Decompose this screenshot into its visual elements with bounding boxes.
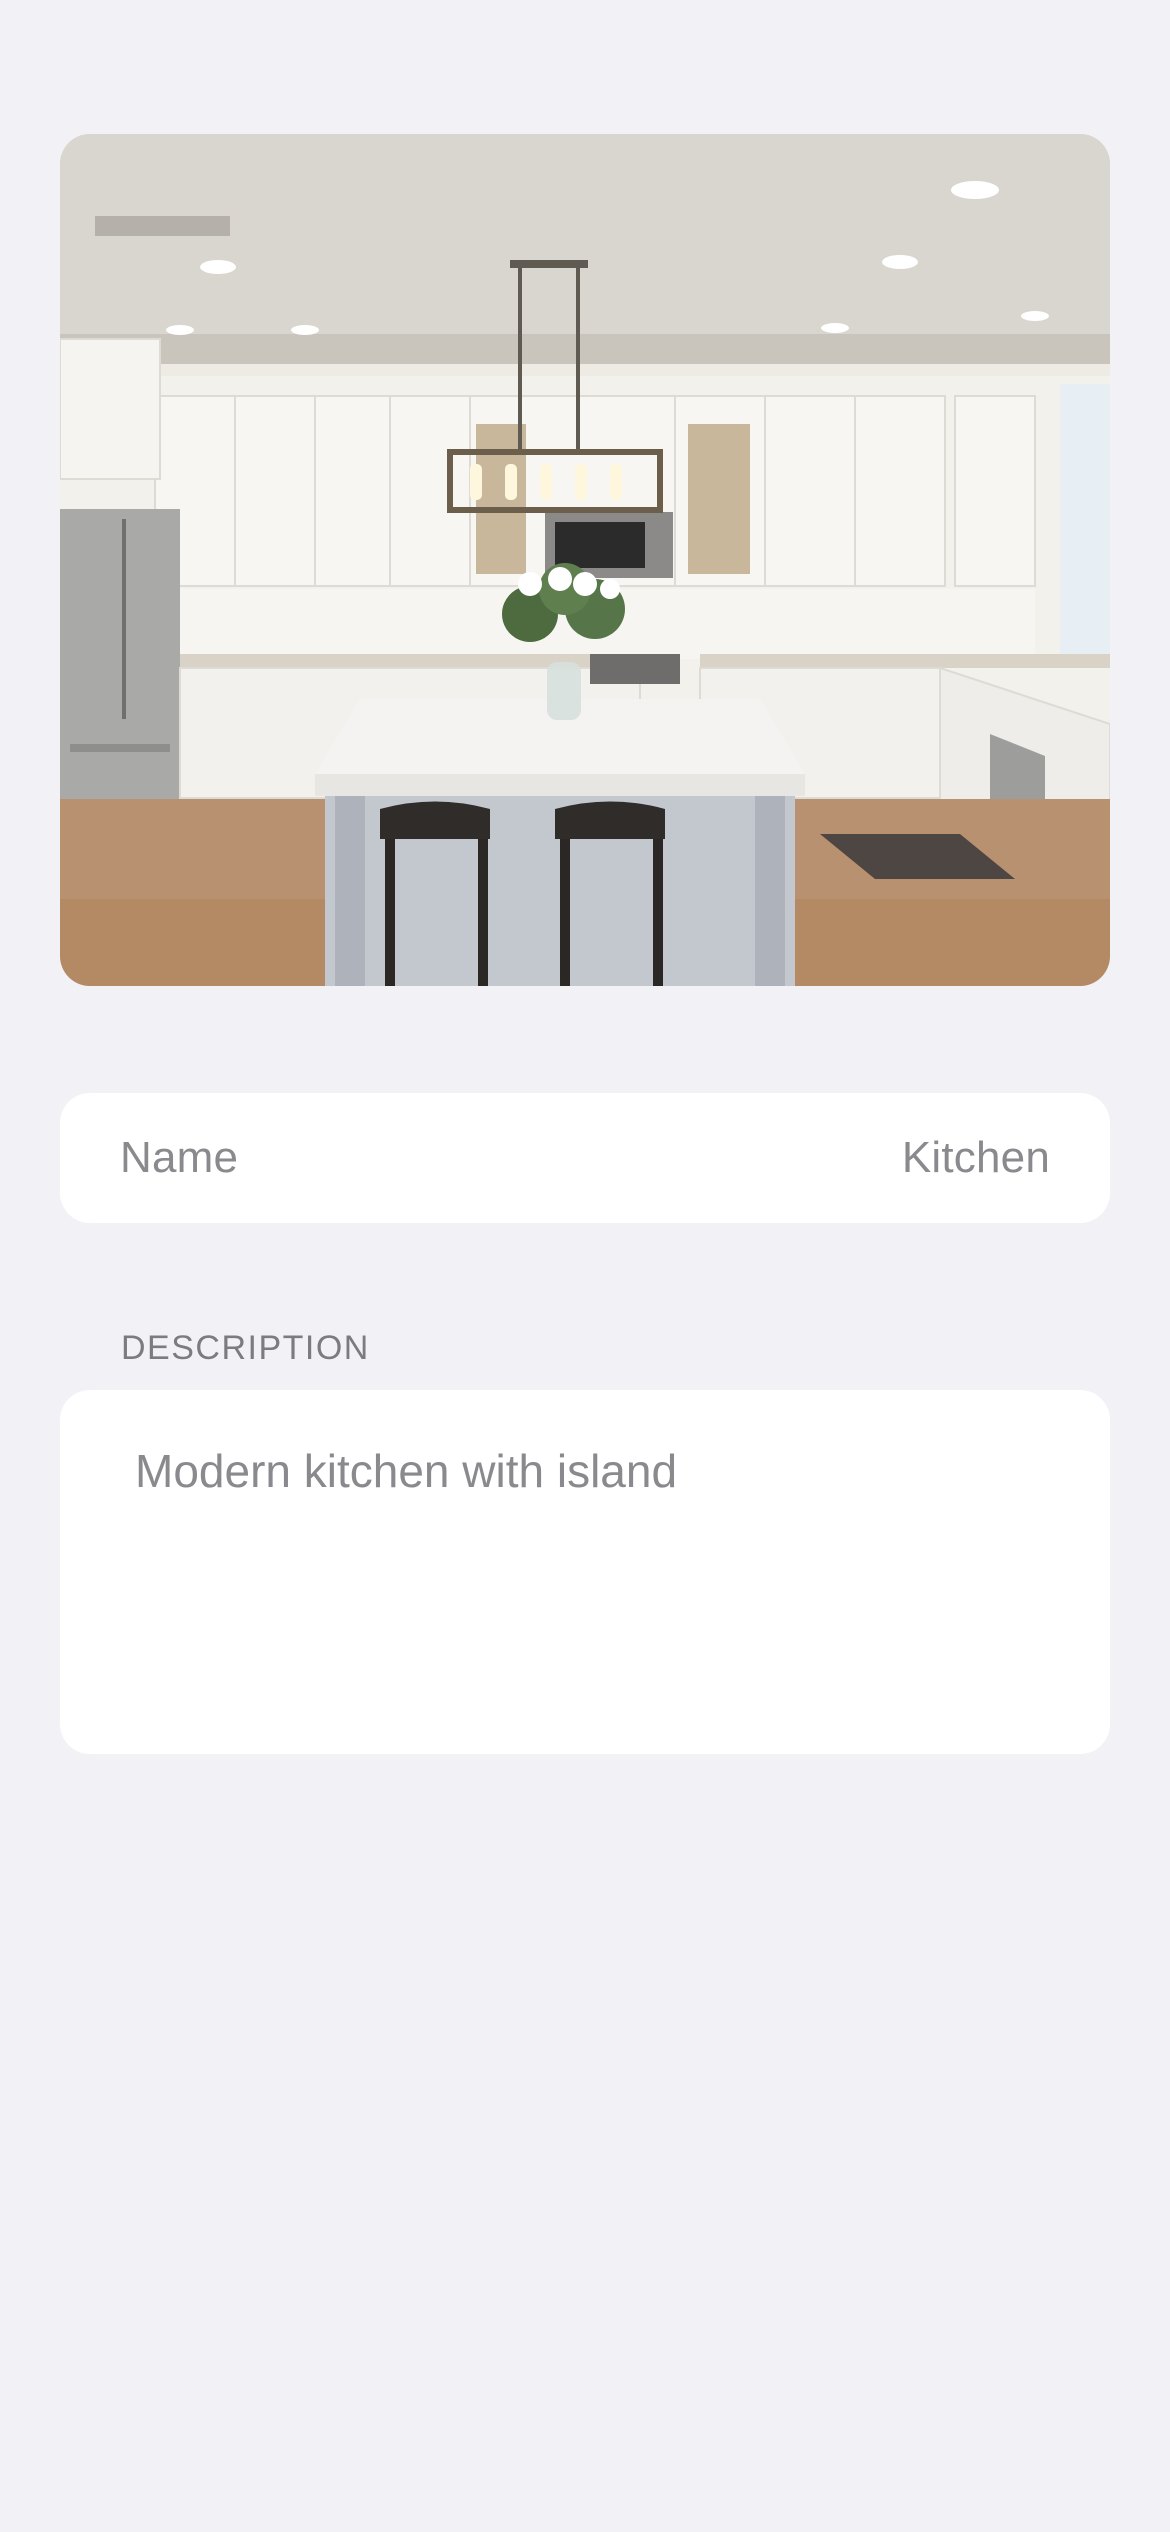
description-header: DESCRIPTION — [121, 1329, 370, 1367]
name-row[interactable]: Name Kitchen — [60, 1093, 1110, 1223]
name-value[interactable]: Kitchen — [902, 1133, 1050, 1183]
description-text[interactable]: Modern kitchen with island — [135, 1444, 1035, 1499]
kitchen-photo-image — [60, 134, 1110, 986]
room-detail-screen: Name Kitchen DESCRIPTION Modern kitchen … — [0, 0, 1170, 2532]
name-label: Name — [120, 1133, 239, 1182]
description-field[interactable]: Modern kitchen with island — [60, 1390, 1110, 1754]
room-photo[interactable] — [60, 134, 1110, 986]
